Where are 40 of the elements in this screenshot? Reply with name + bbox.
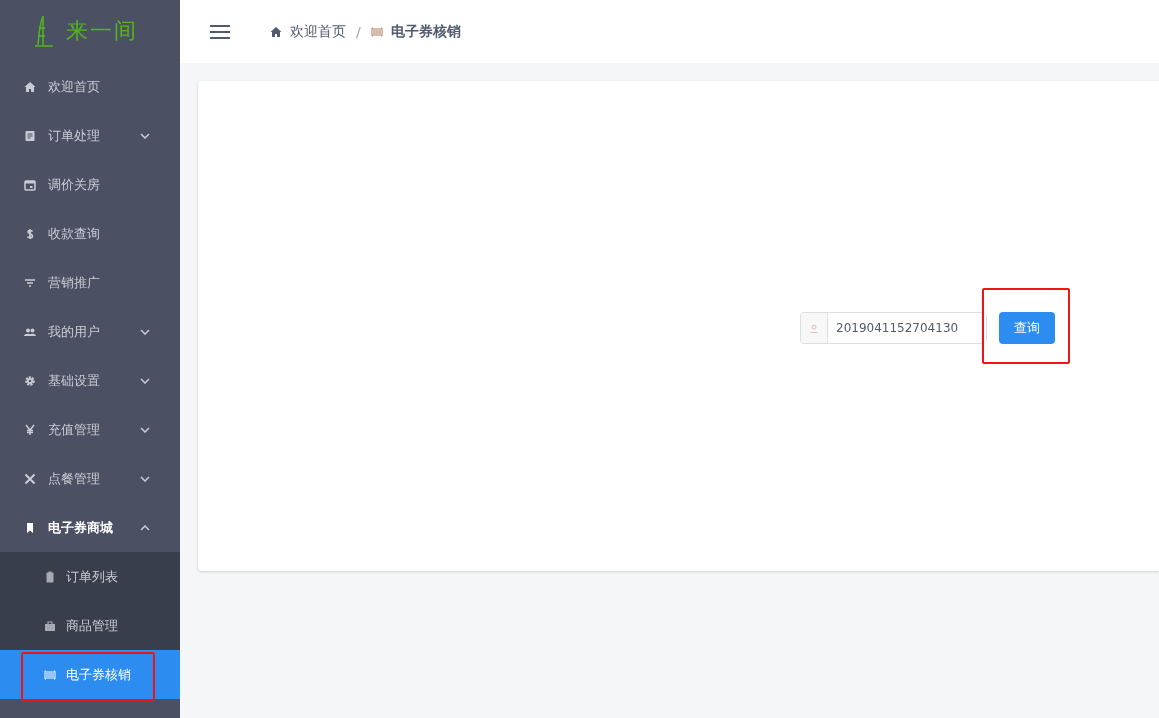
chevron-down-icon <box>140 426 150 433</box>
sidebar-menu-item[interactable]: 欢迎首页 <box>0 62 180 111</box>
filter-icon <box>24 276 36 289</box>
breadcrumb-link[interactable]: 欢迎首页 <box>290 22 346 41</box>
code-input-field[interactable]: 2019041152704130 <box>800 312 987 344</box>
calendar-icon <box>24 178 36 191</box>
sidebar-menu-item[interactable]: 订单处理 <box>0 111 180 160</box>
dollar-icon <box>24 227 36 240</box>
settings-icon <box>24 374 36 387</box>
briefcase-icon <box>44 619 56 632</box>
home-icon <box>24 80 36 93</box>
query-button[interactable]: 查询 <box>999 312 1055 344</box>
submenu-item[interactable]: 订单列表 <box>0 552 180 601</box>
sidebar-menu-item[interactable]: 电子券商城 <box>0 503 180 552</box>
person-icon <box>810 323 818 333</box>
breadcrumb-link[interactable]: 电子券核销 <box>390 22 461 41</box>
sidebar-menu-item[interactable]: 调价关房 <box>0 160 180 209</box>
bookmark-icon <box>24 521 36 534</box>
sail-logo-icon <box>34 14 54 48</box>
chevron-down-icon <box>140 132 150 139</box>
home-icon <box>270 25 282 38</box>
sidebar-menu-item[interactable]: 点餐管理 <box>0 454 180 503</box>
cutlery-icon <box>24 472 36 485</box>
sidebar-menu-item[interactable]: 我的用户 <box>0 307 180 356</box>
chevron-up-icon <box>140 524 150 531</box>
sidebar-menu-item[interactable]: 充值管理 <box>0 405 180 454</box>
chevron-down-icon <box>140 475 150 482</box>
sidebar-menu-item[interactable]: 基础设置 <box>0 356 180 405</box>
logo-text: 来一间 <box>66 17 138 45</box>
submenu-item[interactable]: 商品管理 <box>0 601 180 650</box>
clipboard-icon <box>44 570 56 583</box>
sidebar-menu-item[interactable]: 营销推广 <box>0 258 180 307</box>
yen-icon <box>24 423 36 436</box>
menu-icon[interactable] <box>210 24 230 39</box>
sidebar-menu-item[interactable]: 收款查询 <box>0 209 180 258</box>
chevron-down-icon <box>140 328 150 335</box>
breadcrumb-separator: / <box>356 23 361 40</box>
submenu-item[interactable]: 电子券核销 <box>0 650 180 699</box>
chevron-down-icon <box>140 377 150 384</box>
document-icon <box>24 129 36 142</box>
